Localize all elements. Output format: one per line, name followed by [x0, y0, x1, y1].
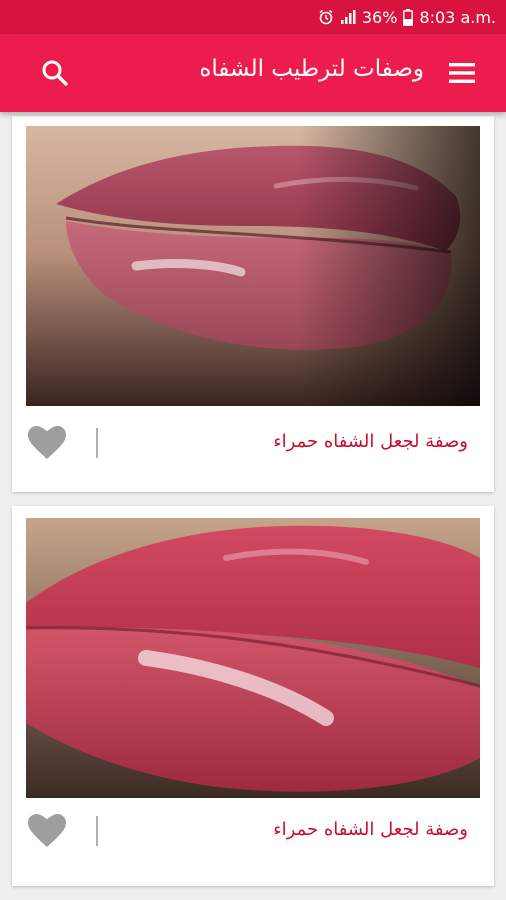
- signal-icon: [340, 9, 356, 25]
- divider: [96, 428, 98, 458]
- app-bar: وصفات لترطيب الشفاه: [0, 34, 506, 112]
- alarm-icon: [318, 9, 334, 25]
- divider: [96, 816, 98, 846]
- card-footer: وصفة لجعل الشفاه حمراء: [12, 800, 494, 868]
- recipe-title[interactable]: وصفة لجعل الشفاه حمراء: [273, 819, 468, 840]
- glossy-lips-photo[interactable]: [26, 518, 480, 798]
- favorite-button[interactable]: [27, 426, 66, 460]
- menu-icon: [449, 63, 475, 83]
- battery-percent: 36%: [361, 7, 398, 27]
- heart-icon: [27, 426, 66, 459]
- heart-icon: [27, 814, 66, 847]
- recipe-card[interactable]: وصفة لجعل الشفاه حمراء: [12, 506, 494, 886]
- recipe-feed[interactable]: وصفة لجعل الشفاه حمراء وصفة لجعل الشفاه …: [0, 112, 506, 900]
- recipe-card[interactable]: وصفة لجعل الشفاه حمراء: [12, 116, 494, 492]
- clock: 8:03 a.m.: [419, 7, 496, 27]
- favorite-button[interactable]: [27, 814, 66, 848]
- search-button[interactable]: [40, 58, 70, 88]
- page-title: وصفات لترطيب الشفاه: [199, 56, 424, 82]
- menu-button[interactable]: [448, 60, 476, 86]
- battery-icon: [403, 8, 414, 26]
- search-icon: [42, 60, 68, 86]
- recipe-title[interactable]: وصفة لجعل الشفاه حمراء: [273, 431, 468, 452]
- card-footer: وصفة لجعل الشفاه حمراء: [12, 412, 494, 480]
- lips-photo[interactable]: [26, 126, 480, 406]
- status-bar: 36% 8:03 a.m.: [0, 0, 506, 34]
